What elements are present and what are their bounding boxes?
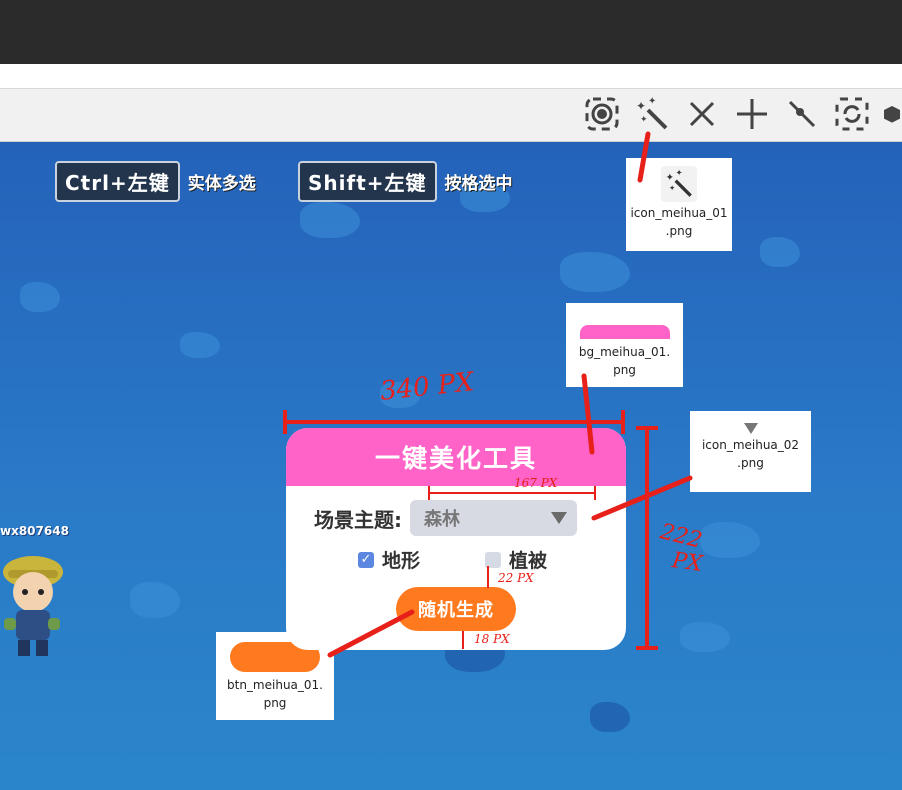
annotation-pointers [327,131,693,658]
